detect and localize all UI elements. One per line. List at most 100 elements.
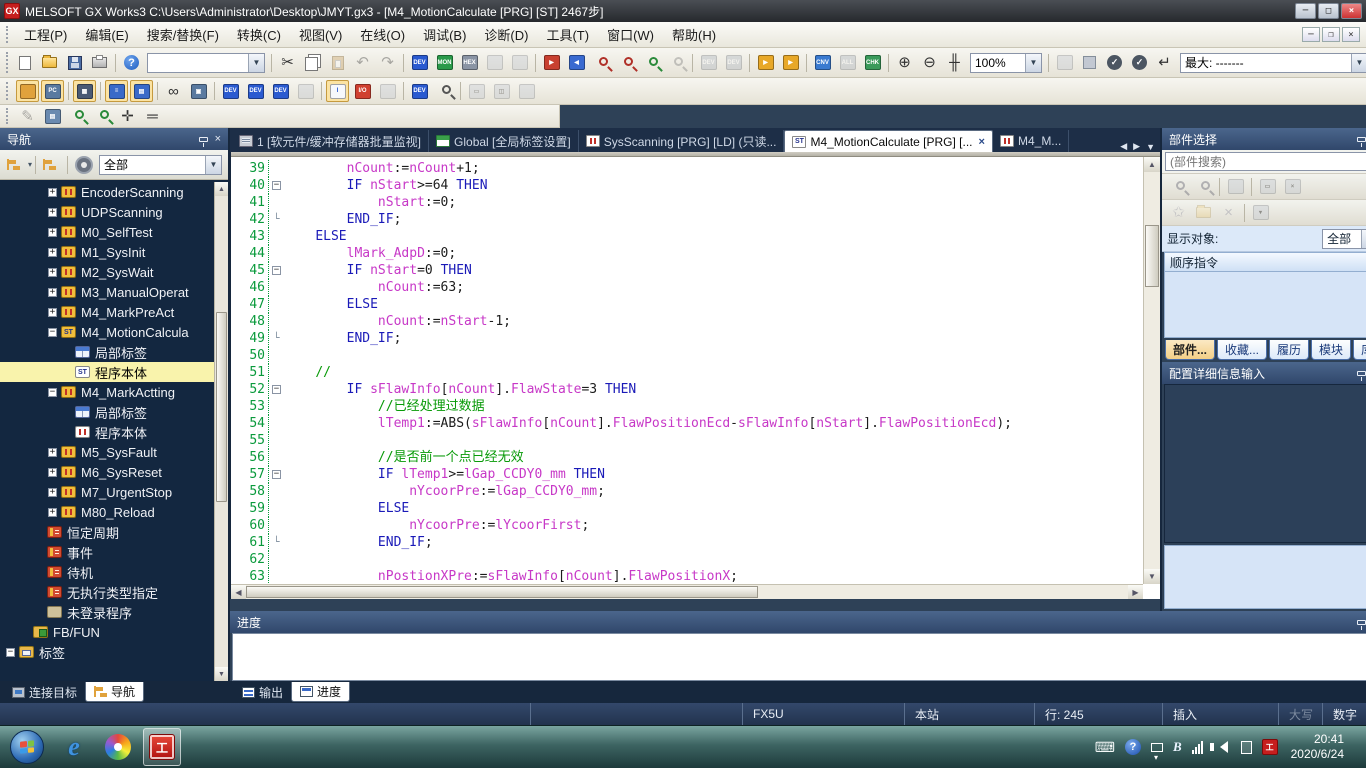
close-button[interactable]: × bbox=[1341, 3, 1362, 19]
scroll-down-icon[interactable]: ▼ bbox=[215, 667, 228, 681]
find-button[interactable]: ∞ bbox=[162, 80, 185, 102]
code-line-59[interactable]: 59 ELSE bbox=[231, 500, 1143, 517]
editor-vscrollbar[interactable]: ▲ ▼ bbox=[1143, 157, 1160, 584]
tree-item-[interactable]: 待机 bbox=[0, 562, 228, 582]
expand-icon[interactable]: + bbox=[48, 188, 57, 197]
mdi-close-button[interactable]: × bbox=[1342, 27, 1360, 42]
favorite-star-icon[interactable]: ✩ bbox=[1167, 202, 1190, 224]
code-line-39[interactable]: 39 nCount:=nCount+1; bbox=[231, 160, 1143, 177]
watch-max-combo[interactable]: 最大: -------▼ bbox=[1180, 53, 1366, 73]
expand-icon[interactable]: + bbox=[48, 228, 57, 237]
element-tab-[interactable]: 模块 bbox=[1311, 340, 1351, 360]
expand-icon[interactable]: + bbox=[48, 248, 57, 257]
element-tab-[interactable]: 收藏... bbox=[1217, 340, 1267, 360]
menu-H[interactable]: 帮助(H) bbox=[663, 22, 725, 47]
tree-item-[interactable]: 无执行类型指定 bbox=[0, 582, 228, 602]
pin-icon[interactable] bbox=[1357, 137, 1366, 142]
tree-item-M4_MotionCalcula[interactable]: −M4_MotionCalcula bbox=[0, 322, 228, 342]
pin-icon[interactable] bbox=[1357, 371, 1366, 376]
find-next-icon[interactable] bbox=[1192, 176, 1215, 198]
tree-item-M6_SysReset[interactable]: +M6_SysReset bbox=[0, 462, 228, 482]
tree-collapse-button[interactable] bbox=[40, 154, 63, 176]
element-tab-[interactable]: 库 bbox=[1353, 340, 1366, 360]
doc-tab-1[interactable]: 1 [软元件/缓冲存储器批量监视] bbox=[232, 130, 429, 152]
tree-item-M4_MarkActting[interactable]: −M4_MarkActting bbox=[0, 382, 228, 402]
find-device-button[interactable] bbox=[590, 52, 613, 74]
code-line-49[interactable]: 49└ END_IF; bbox=[231, 330, 1143, 347]
find-next-occurrence-button[interactable] bbox=[91, 105, 114, 127]
monitor-read-check-button[interactable]: ✓ bbox=[1128, 52, 1151, 74]
expand-icon[interactable]: + bbox=[48, 268, 57, 277]
element-list[interactable] bbox=[1164, 272, 1366, 338]
tab-进度[interactable]: 进度 bbox=[291, 682, 350, 702]
network-signal-icon[interactable] bbox=[1192, 741, 1204, 754]
zoom-in-button[interactable]: ⊕ bbox=[893, 52, 916, 74]
menu-T[interactable]: 工具(T) bbox=[537, 22, 598, 47]
code-line-55[interactable]: 55 bbox=[231, 432, 1143, 449]
redo-button[interactable]: ↷ bbox=[376, 52, 399, 74]
bluetooth-icon[interactable]: B bbox=[1173, 739, 1182, 755]
code-line-54[interactable]: 54 lTemp1:=ABS(sFlawInfo[nCount].FlawPos… bbox=[231, 415, 1143, 432]
fit-width-button[interactable]: ╫ bbox=[943, 52, 966, 74]
comment-display-button[interactable] bbox=[376, 80, 399, 102]
menu-O[interactable]: 在线(O) bbox=[351, 22, 414, 47]
mdi-minimize-button[interactable]: ─ bbox=[1302, 27, 1320, 42]
keyboard-icon[interactable]: ⌨ bbox=[1095, 739, 1115, 756]
window-close-icon[interactable]: × bbox=[1281, 176, 1304, 198]
device-view-button[interactable]: DEV bbox=[408, 80, 431, 102]
doc-generation-button[interactable]: ▤ bbox=[41, 105, 64, 127]
tree-item-[interactable]: 未登录程序 bbox=[0, 602, 228, 622]
menu-W[interactable]: 窗口(W) bbox=[598, 22, 663, 47]
tree-item-[interactable]: 局部标签 bbox=[0, 342, 228, 362]
open-file-button[interactable] bbox=[38, 52, 61, 74]
tree-item-[interactable]: 局部标签 bbox=[0, 402, 228, 422]
io-check-button[interactable]: I/O bbox=[351, 80, 374, 102]
jump-button[interactable]: ▶ bbox=[754, 52, 777, 74]
menu-D[interactable]: 诊断(D) bbox=[475, 22, 537, 47]
monitor-start-button[interactable] bbox=[1053, 52, 1076, 74]
delete-icon[interactable]: × bbox=[1217, 202, 1240, 224]
progress-output[interactable]: ▲▼ bbox=[232, 633, 1366, 681]
scroll-left-icon[interactable]: ◀ bbox=[231, 585, 246, 599]
tab-输出[interactable]: 输出 bbox=[234, 682, 291, 702]
device-buffer-button[interactable]: DEV bbox=[269, 80, 292, 102]
scroll-down-icon[interactable]: ▼ bbox=[1144, 569, 1160, 584]
code-line-47[interactable]: 47 ELSE bbox=[231, 296, 1143, 313]
browser-taskbar-icon[interactable] bbox=[99, 728, 137, 766]
tree-item-[interactable]: 程序本体 bbox=[0, 422, 228, 442]
taskbar-clock[interactable]: 20:41 2020/6/24 bbox=[1291, 732, 1344, 762]
gxworks3-taskbar-button[interactable]: 工 bbox=[143, 728, 181, 766]
undo-button[interactable]: ↶ bbox=[351, 52, 374, 74]
element-tab-[interactable]: 履历 bbox=[1269, 340, 1309, 360]
device-comment-button[interactable]: DEV bbox=[697, 52, 720, 74]
write-to-plc-button[interactable]: ▶ bbox=[540, 52, 563, 74]
edit-label-button[interactable]: ✎ bbox=[16, 105, 39, 127]
find-instruction-button[interactable] bbox=[615, 52, 638, 74]
module-config-button[interactable]: ▦ bbox=[73, 80, 96, 102]
save-button[interactable] bbox=[63, 52, 86, 74]
nav-tree-scrollbar[interactable]: ▲ ▼ bbox=[214, 182, 228, 681]
menu-B[interactable]: 调试(B) bbox=[414, 22, 475, 47]
window-tile-button[interactable]: ◫ bbox=[490, 80, 513, 102]
tab-scroll-icon[interactable]: ◀ bbox=[1120, 141, 1127, 152]
convert-all-button[interactable]: ALL bbox=[836, 52, 859, 74]
start-button[interactable] bbox=[10, 730, 44, 764]
window-cascade-button[interactable]: ▭ bbox=[465, 80, 488, 102]
code-line-43[interactable]: 43 ELSE bbox=[231, 228, 1143, 245]
code-line-56[interactable]: 56 //是否前一个点已经无效 bbox=[231, 449, 1143, 466]
tab-导航[interactable]: 导航 bbox=[85, 682, 144, 702]
editor-hscrollbar[interactable]: ◀ ▶ bbox=[231, 584, 1143, 599]
scroll-right-icon[interactable]: ▶ bbox=[1128, 585, 1143, 599]
code-line-57[interactable]: 57− IF lTemp1>=lGap_CCDY0_mm THEN bbox=[231, 466, 1143, 483]
edit-mode-button[interactable]: I bbox=[326, 80, 349, 102]
tree-display-button[interactable] bbox=[4, 154, 27, 176]
chevron-down-icon[interactable]: ▼ bbox=[1025, 54, 1041, 72]
scroll-up-icon[interactable]: ▲ bbox=[1144, 157, 1160, 172]
gx-tray-icon[interactable]: 工 bbox=[1262, 739, 1278, 755]
device-batch-button[interactable]: DEV bbox=[244, 80, 267, 102]
minimize-button[interactable]: ─ bbox=[1295, 3, 1316, 19]
expand-icon[interactable]: + bbox=[48, 508, 57, 517]
tab-close-icon[interactable]: × bbox=[979, 136, 985, 148]
code-line-41[interactable]: 41 nStart:=0; bbox=[231, 194, 1143, 211]
tree-item-M4_MarkPreAct[interactable]: +M4_MarkPreAct bbox=[0, 302, 228, 322]
